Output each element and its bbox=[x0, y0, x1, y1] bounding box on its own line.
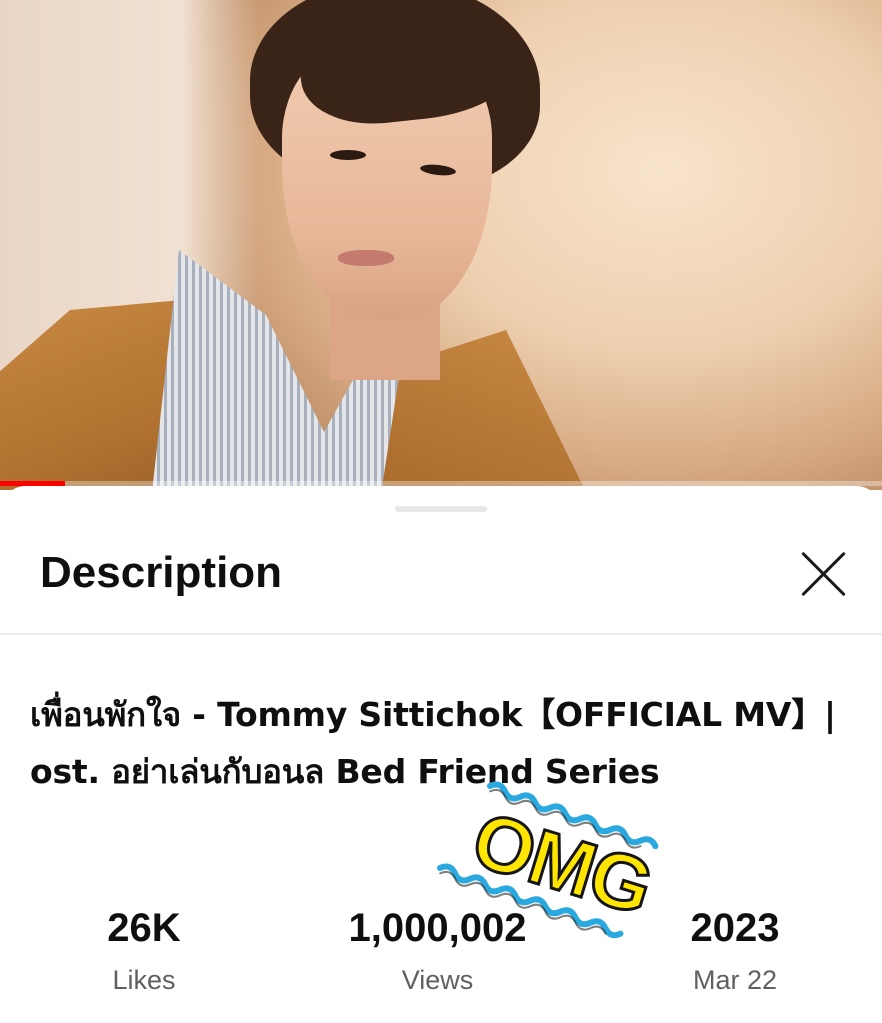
close-icon[interactable] bbox=[796, 547, 850, 601]
upload-date-stat: 2023 Mar 22 bbox=[670, 906, 800, 996]
upload-day: Mar 22 bbox=[692, 965, 778, 995]
likes-stat: 26K Likes bbox=[84, 906, 204, 996]
video-figure-mouth bbox=[338, 250, 394, 266]
likes-label: Likes bbox=[112, 965, 176, 995]
likes-count: 26K bbox=[107, 906, 181, 950]
sheet-drag-handle[interactable] bbox=[395, 506, 487, 512]
sheet-title: Description bbox=[40, 548, 283, 597]
divider bbox=[0, 633, 882, 635]
upload-year: 2023 bbox=[690, 906, 780, 950]
video-player[interactable] bbox=[0, 0, 882, 490]
video-figure-eye bbox=[330, 150, 366, 160]
views-label: Views bbox=[401, 965, 474, 995]
